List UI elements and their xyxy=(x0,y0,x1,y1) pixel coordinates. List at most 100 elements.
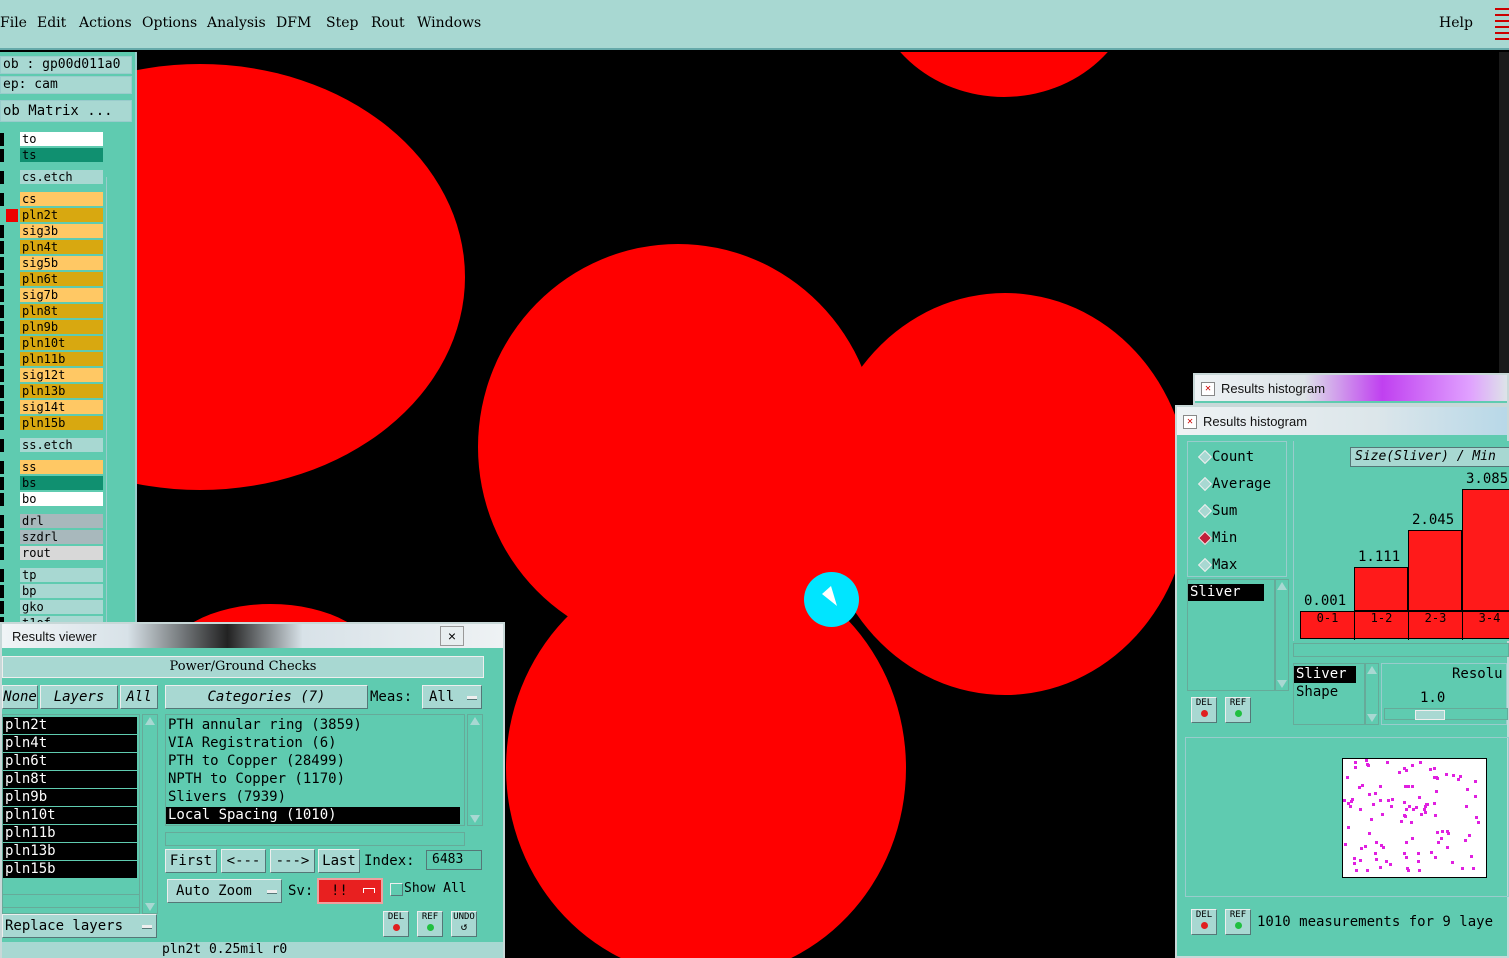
show-all-checkbox[interactable] xyxy=(390,883,403,896)
layer-row[interactable]: gko xyxy=(0,600,106,615)
result-layer-item[interactable]: pln13b xyxy=(3,843,137,860)
histogram-titlebar[interactable]: ✕ Results histogram xyxy=(1177,407,1507,435)
layer-toggle[interactable] xyxy=(0,369,4,382)
layer-row[interactable]: to xyxy=(0,132,106,147)
prev-button[interactable]: <--- xyxy=(221,849,266,873)
layer-row[interactable]: sig3b xyxy=(0,224,106,239)
index-input[interactable]: 6483 xyxy=(426,850,482,870)
results-layer-hscrollbar[interactable] xyxy=(2,894,140,908)
hist-del-button[interactable]: DEL xyxy=(1191,697,1217,723)
menu-file[interactable]: File xyxy=(0,15,27,31)
menu-step[interactable]: Step xyxy=(326,15,358,31)
results-viewer-titlebar[interactable]: Results viewer × xyxy=(2,624,503,648)
secondary-item-shape[interactable]: Shape xyxy=(1294,684,1356,701)
layer-toggle[interactable] xyxy=(0,585,4,598)
secondary-scrollbar[interactable] xyxy=(1365,663,1379,725)
layer-row[interactable]: pln10t xyxy=(0,336,106,351)
histogram-bar[interactable] xyxy=(1408,530,1462,611)
hist-ref-button-2[interactable]: REF xyxy=(1225,909,1251,935)
layer-row[interactable]: pln6t xyxy=(0,272,106,287)
layer-row[interactable]: pln13b xyxy=(0,384,106,399)
last-button[interactable]: Last xyxy=(318,849,360,873)
menu-edit[interactable]: Edit xyxy=(37,15,66,31)
layer-toggle[interactable] xyxy=(0,225,4,238)
result-layer-item[interactable]: pln15b xyxy=(3,861,137,878)
menu-actions[interactable]: Actions xyxy=(79,15,132,31)
category-item[interactable]: Slivers (7939) xyxy=(166,789,460,806)
layer-row[interactable]: szdrl xyxy=(0,530,106,545)
categories-button[interactable]: Categories (7) xyxy=(165,685,368,709)
first-button[interactable]: First xyxy=(165,849,217,873)
layer-toggle[interactable] xyxy=(0,149,4,162)
layer-toggle[interactable] xyxy=(0,289,4,302)
layer-row[interactable]: pln2t xyxy=(0,208,106,223)
layer-row[interactable]: drl xyxy=(0,514,106,529)
layer-row[interactable]: sig5b xyxy=(0,256,106,271)
error-marker[interactable] xyxy=(804,572,859,627)
layer-toggle[interactable] xyxy=(0,439,4,452)
result-layer-item[interactable]: pln2t xyxy=(3,717,137,734)
layer-toggle[interactable] xyxy=(0,133,4,146)
distribution-map[interactable] xyxy=(1342,758,1487,878)
menu-rout[interactable]: Rout xyxy=(371,15,405,31)
hist-del-button-2[interactable]: DEL xyxy=(1191,909,1217,935)
zoom-mode-dropdown[interactable]: Auto Zoom xyxy=(167,879,282,903)
result-layer-item[interactable]: pln8t xyxy=(3,771,137,788)
mode-sum[interactable]: Sum xyxy=(1196,500,1288,522)
layer-toggle[interactable] xyxy=(0,385,4,398)
active-layer-icon[interactable] xyxy=(6,209,18,222)
layer-toggle[interactable] xyxy=(0,257,4,270)
slider-handle[interactable] xyxy=(1415,710,1445,720)
job-matrix-button[interactable]: ob Matrix ... xyxy=(0,100,132,122)
layer-toggle[interactable] xyxy=(0,193,4,206)
layer-row[interactable]: pln9b xyxy=(0,320,106,335)
del-button[interactable]: DEL xyxy=(383,911,409,937)
layer-scrollbar[interactable] xyxy=(106,177,134,682)
category-item[interactable]: NPTH to Copper (1170) xyxy=(166,771,460,788)
result-layer-item[interactable]: pln6t xyxy=(3,753,137,770)
histogram-bar[interactable] xyxy=(1462,489,1509,611)
layer-toggle[interactable] xyxy=(0,305,4,318)
categories-hscrollbar[interactable] xyxy=(165,832,465,846)
layer-row[interactable]: bo xyxy=(0,492,106,507)
mode-average[interactable]: Average xyxy=(1196,473,1288,495)
all-button[interactable]: All xyxy=(120,685,158,709)
category-item-selected[interactable]: Local Spacing (1010) xyxy=(166,807,460,824)
layer-row[interactable]: bs xyxy=(0,476,106,491)
replace-layers-dropdown[interactable]: Replace layers xyxy=(2,914,157,938)
layer-toggle[interactable] xyxy=(0,401,4,414)
menu-windows[interactable]: Windows xyxy=(417,15,481,31)
menu-options[interactable]: Options xyxy=(142,15,197,31)
hist-ref-button[interactable]: REF xyxy=(1225,697,1251,723)
layer-toggle[interactable] xyxy=(0,601,4,614)
none-button[interactable]: None xyxy=(2,685,38,709)
next-button[interactable]: ---> xyxy=(270,849,315,873)
layer-row[interactable]: pln11b xyxy=(0,352,106,367)
layer-toggle[interactable] xyxy=(0,515,4,528)
layer-toggle[interactable] xyxy=(0,171,4,184)
mode-min[interactable]: Min xyxy=(1196,527,1288,549)
menu-analysis[interactable]: Analysis xyxy=(207,15,266,31)
layer-row[interactable]: pln8t xyxy=(0,304,106,319)
layer-row[interactable]: ss xyxy=(0,460,106,475)
layer-toggle[interactable] xyxy=(0,547,4,560)
layer-toggle[interactable] xyxy=(0,477,4,490)
layer-row[interactable]: sig14t xyxy=(0,400,106,415)
layer-toggle[interactable] xyxy=(0,531,4,544)
layer-toggle[interactable] xyxy=(0,353,4,366)
layer-row[interactable]: sig7b xyxy=(0,288,106,303)
layer-row[interactable]: bp xyxy=(0,584,106,599)
result-layer-item[interactable]: pln11b xyxy=(3,825,137,842)
category-item[interactable]: VIA Registration (6) xyxy=(166,735,460,752)
secondary-item-sliver[interactable]: Sliver xyxy=(1294,666,1356,683)
severity-dropdown[interactable]: !! xyxy=(317,878,383,904)
undo-button[interactable]: UNDO ↺ xyxy=(451,911,477,937)
layer-toggle[interactable] xyxy=(0,241,4,254)
resize-grip-icon[interactable] xyxy=(1495,8,1509,42)
meas-dropdown[interactable]: All xyxy=(422,685,482,709)
measure-scrollbar[interactable] xyxy=(1275,579,1289,691)
resolution-slider[interactable] xyxy=(1384,708,1508,720)
chart-hscrollbar[interactable] xyxy=(1293,643,1509,657)
menu-help[interactable]: Help xyxy=(1439,15,1473,31)
measure-item[interactable]: Sliver xyxy=(1188,584,1264,601)
